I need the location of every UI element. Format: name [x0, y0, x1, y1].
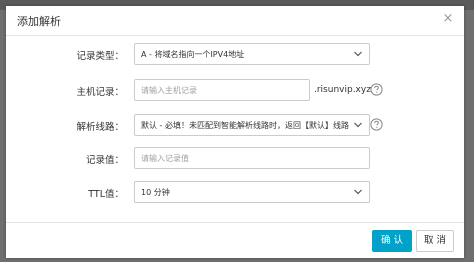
cancel-button[interactable]: 取 消 — [416, 230, 454, 252]
resolution-line-label: 解析线路： — [76, 122, 124, 133]
record-type-value: A - 将域名指向一个IPV4地址 — [141, 50, 245, 59]
resolution-line-select[interactable]: 默认 - 必填！未匹配到智能解析线路时，返回【默认】线路... — [134, 114, 370, 136]
domain-suffix: .risunvip.xyz — [314, 85, 371, 95]
dialog-title: 添加解析 — [17, 15, 61, 28]
dialog-footer: 确 认 取 消 — [6, 222, 464, 258]
chevron-down-icon — [354, 122, 362, 128]
record-type-label: 记录类型： — [76, 51, 124, 62]
host-record-row: 主机记录： 请输入主机记录 .risunvip.xyz — [6, 79, 464, 101]
record-value-input[interactable]: 请输入记录值 — [134, 147, 370, 169]
record-value-label: 记录值： — [85, 155, 124, 166]
record-value-row: 记录值： 请输入记录值 — [6, 147, 464, 169]
ttl-row: TTL值： 10 分钟 — [6, 181, 464, 203]
question-circle-icon[interactable] — [370, 118, 383, 131]
close-icon[interactable]: × — [440, 11, 456, 27]
host-record-label: 主机记录： — [76, 87, 124, 98]
ttl-value: 10 分钟 — [141, 188, 170, 197]
record-type-row: 记录类型： A - 将域名指向一个IPV4地址 — [6, 43, 464, 65]
add-record-dialog: 添加解析 × 记录类型： A - 将域名指向一个IPV4地址 主机记录： 请输入… — [6, 6, 464, 258]
record-value-placeholder: 请输入记录值 — [141, 154, 189, 163]
chevron-down-icon — [354, 51, 362, 57]
resolution-line-value: 默认 - 必填！未匹配到智能解析线路时，返回【默认】线路... — [141, 121, 349, 130]
record-type-select[interactable]: A - 将域名指向一个IPV4地址 — [134, 43, 370, 65]
confirm-button[interactable]: 确 认 — [372, 230, 412, 252]
host-record-placeholder: 请输入主机记录 — [141, 86, 197, 95]
host-record-input[interactable]: 请输入主机记录 — [134, 79, 310, 101]
chevron-down-icon — [354, 189, 362, 195]
question-circle-icon[interactable] — [370, 83, 383, 96]
dialog-header: 添加解析 × — [6, 6, 464, 36]
resolution-line-row: 解析线路： 默认 - 必填！未匹配到智能解析线路时，返回【默认】线路... — [6, 114, 464, 136]
ttl-label: TTL值： — [88, 189, 124, 200]
ttl-select[interactable]: 10 分钟 — [134, 181, 370, 203]
